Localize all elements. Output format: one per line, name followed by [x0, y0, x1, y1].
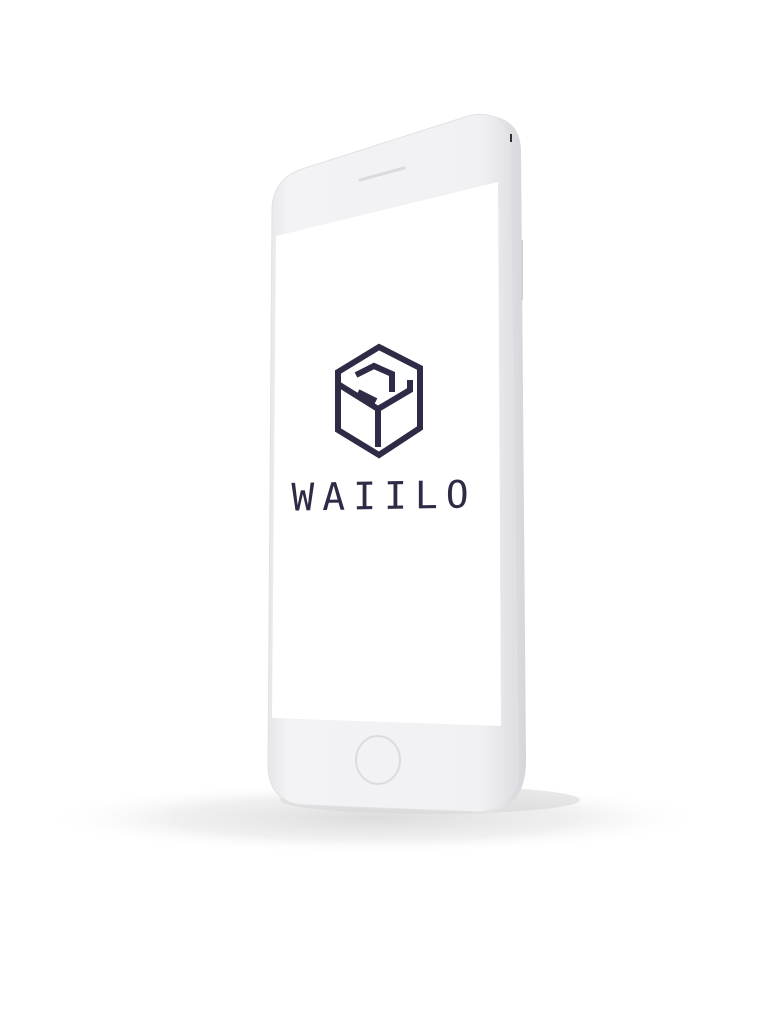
brand-name: WAIILO [291, 472, 477, 520]
mockup-stage: WAIILO [0, 0, 768, 1024]
phone-screen [272, 182, 501, 726]
